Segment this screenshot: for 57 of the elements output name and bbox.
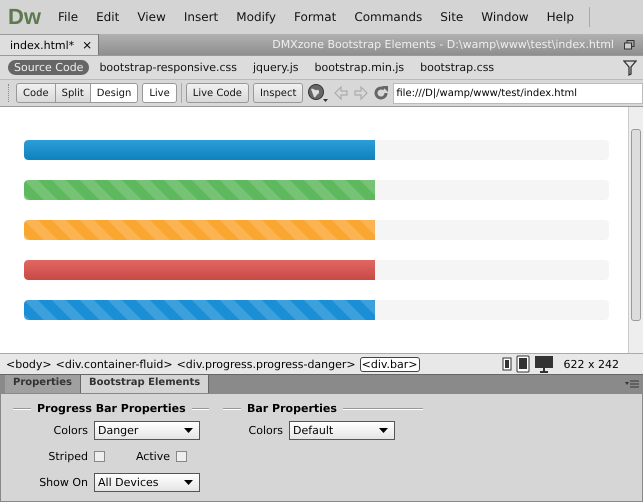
- view-button[interactable]: Split: [54, 83, 90, 103]
- tag-selector-item[interactable]: <body>: [6, 358, 52, 370]
- related-file[interactable]: bootstrap.css: [414, 60, 500, 75]
- toolbar-button[interactable]: Inspect: [252, 83, 304, 103]
- colors-dropdown[interactable]: Danger: [94, 421, 200, 440]
- filter-icon[interactable]: [623, 60, 637, 76]
- striped-checkbox[interactable]: [94, 451, 105, 462]
- menu-item[interactable]: Format: [285, 10, 346, 24]
- field-label: Colors: [52, 424, 88, 437]
- menu-item[interactable]: Edit: [87, 10, 128, 24]
- document-tab[interactable]: index.html* ×: [0, 34, 98, 55]
- panel-tab[interactable]: Properties: [5, 375, 81, 393]
- field-label: Active: [134, 450, 170, 463]
- menu-item[interactable]: View: [128, 10, 175, 24]
- menu-item[interactable]: Modify: [227, 10, 286, 24]
- window-title: DMXzone Bootstrap Elements - D:\wamp\www\test\index.html: [272, 38, 614, 51]
- window-size: 622 x 242: [564, 358, 619, 370]
- menu-item[interactable]: Insert: [174, 10, 228, 24]
- view-button[interactable]: Code: [16, 83, 55, 103]
- refresh-icon[interactable]: [373, 85, 390, 101]
- menu-item[interactable]: Window: [472, 10, 538, 24]
- dropdown-arrow-icon: [184, 480, 193, 485]
- tag-selector-item[interactable]: <div.container-fluid>: [56, 358, 173, 370]
- tag-selector-item[interactable]: <div.bar>: [360, 356, 420, 372]
- panel-menu-icon[interactable]: [625, 380, 639, 388]
- panel-tab[interactable]: Bootstrap Elements: [80, 375, 210, 393]
- related-file[interactable]: bootstrap-responsive.css: [93, 60, 243, 75]
- dropdown-arrow-icon: [379, 428, 388, 433]
- globe-icon[interactable]: [307, 83, 330, 103]
- active-checkbox[interactable]: [176, 451, 187, 462]
- related-file[interactable]: jquery.js: [247, 60, 305, 75]
- phone-icon[interactable]: [502, 357, 512, 371]
- related-file[interactable]: bootstrap.min.js: [308, 60, 410, 75]
- live-button[interactable]: Live: [142, 83, 177, 103]
- related-file[interactable]: Source Code: [8, 60, 90, 75]
- menu-item[interactable]: File: [49, 10, 88, 24]
- app-logo: Dw: [8, 4, 41, 30]
- restore-icon[interactable]: [624, 40, 635, 50]
- menu-item[interactable]: Site: [431, 10, 472, 24]
- section-title: Progress Bar Properties: [37, 402, 186, 415]
- field-label: Colors: [248, 424, 283, 437]
- address-field[interactable]: file:///D|/wamp/www/test/index.html: [393, 82, 643, 104]
- toolbar-button[interactable]: Live Code: [186, 83, 249, 103]
- field-label: Striped: [47, 450, 88, 463]
- view-button[interactable]: Design: [90, 83, 138, 103]
- menu-item[interactable]: Help: [538, 10, 583, 24]
- tablet-icon[interactable]: [516, 355, 530, 373]
- colors-dropdown[interactable]: Default: [289, 421, 395, 440]
- dropdown-arrow-icon: [184, 428, 193, 433]
- field-label: Show On: [38, 476, 88, 489]
- menu-item[interactable]: Commands: [345, 10, 432, 24]
- tag-selector-item[interactable]: <div.progress.progress-danger>: [176, 358, 356, 370]
- close-icon[interactable]: ×: [82, 38, 92, 52]
- section-title: Bar Properties: [247, 402, 337, 415]
- show-on-dropdown[interactable]: All Devices: [94, 473, 200, 492]
- scrollbar[interactable]: [628, 107, 643, 353]
- monitor-icon[interactable]: [534, 355, 554, 373]
